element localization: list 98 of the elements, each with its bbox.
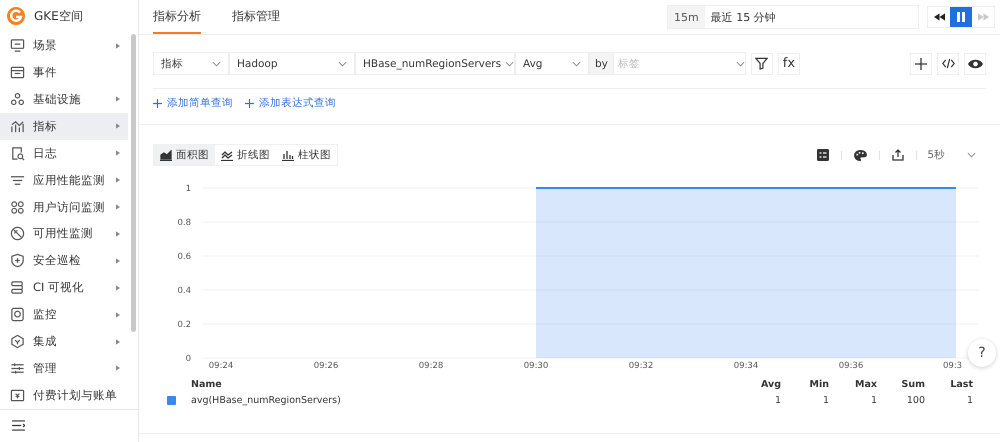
fast-forward-icon: [978, 13, 988, 21]
chevron-down-icon: [572, 60, 581, 66]
y-axis-label: 0.8: [177, 218, 191, 228]
chart-type-tab[interactable]: 面积图: [154, 145, 215, 165]
dropdown[interactable]: Avg: [515, 52, 589, 75]
brand-name: GKE空间: [34, 8, 83, 25]
hexagon-icon: [10, 334, 25, 349]
plus-icon: [153, 98, 162, 108]
sidebar-item[interactable]: 基础设施: [0, 86, 128, 113]
pause-icon: [957, 12, 965, 22]
chevron-down-icon: [212, 60, 221, 66]
sidebar-item[interactable]: 安全巡检: [0, 247, 128, 274]
palette-icon: [854, 150, 868, 160]
code-icon: [942, 58, 954, 69]
sidebar-item[interactable]: 应用性能监测: [0, 166, 128, 194]
table-icon: [817, 149, 830, 161]
sidebar-item[interactable]: 场景: [0, 32, 128, 60]
filter-button[interactable]: [750, 52, 773, 74]
chevron-down-icon: [338, 60, 347, 66]
function-button[interactable]: fx: [778, 52, 800, 74]
time-range-value: 最近 15 分钟: [710, 10, 777, 26]
calendar-icon: [10, 65, 25, 80]
dropdown[interactable]: HBase_numRegionServers: [355, 52, 515, 75]
x-axis-label: 09:30: [524, 361, 548, 371]
column-header: Sum: [877, 377, 925, 392]
filter-icon: [755, 57, 768, 70]
chevron-down-icon: [967, 152, 976, 158]
x-axis-label: 09:24: [208, 361, 234, 371]
sliders-icon: [10, 360, 25, 376]
time-range-picker[interactable]: 15m 最近 15 分钟: [667, 5, 919, 29]
receipt-icon: [10, 388, 25, 403]
bar-chart-icon: [282, 150, 294, 160]
column-header: Avg: [760, 378, 781, 392]
chevron-down-icon: [505, 60, 514, 66]
sidebar-item[interactable]: 日志: [0, 140, 128, 167]
y-axis-label: 0: [186, 354, 191, 364]
log-icon: [10, 146, 25, 161]
sidebar-item[interactable]: 监控: [0, 301, 128, 328]
table-cell-text: 1: [774, 394, 781, 408]
area-chart-icon: [160, 150, 172, 160]
table-cell-text: 100: [906, 394, 925, 408]
tag-field[interactable]: 标签: [612, 52, 746, 75]
nodes-icon: [10, 92, 25, 107]
shield-icon: [10, 253, 25, 268]
tab[interactable]: 指标分析: [153, 1, 201, 34]
x-axis-label: 09:28: [418, 361, 444, 371]
preview-button[interactable]: [964, 52, 986, 74]
eye-icon: [968, 58, 982, 68]
x-axis-label: 09:26: [314, 361, 338, 371]
column-header: Max: [854, 378, 877, 392]
export-icon: [892, 149, 904, 161]
chevron-down-icon: [736, 60, 745, 66]
help-button[interactable]: ?: [968, 339, 996, 367]
series-name: avg(HBase_numRegionServers): [191, 394, 342, 408]
chart-icon: [10, 118, 25, 134]
column-header: Name: [191, 378, 223, 392]
sidebar-item[interactable]: 管理: [0, 354, 128, 382]
dropdown[interactable]: 指标: [153, 52, 229, 75]
sidebar-item[interactable]: CI 可视化: [0, 274, 128, 302]
grid-icon: [10, 200, 25, 215]
y-axis-label: 0.4: [177, 286, 191, 296]
table-cell-text: 1: [870, 394, 877, 408]
y-axis-label: 1: [186, 184, 191, 194]
dropdown[interactable]: Hadoop: [229, 52, 355, 75]
pause-button[interactable]: [950, 7, 972, 27]
sidebar-item[interactable]: 集成: [0, 328, 128, 355]
gauge-icon: [10, 226, 25, 242]
add-button[interactable]: [910, 52, 932, 74]
column-header: Last: [949, 378, 973, 392]
y-axis-label: 0.2: [177, 320, 191, 330]
collapse-menu-icon[interactable]: [12, 420, 25, 432]
tab[interactable]: 指标管理: [232, 1, 280, 34]
code-button[interactable]: [937, 52, 959, 74]
plus-icon: [245, 98, 254, 108]
x-axis-label: 09:3: [943, 361, 962, 371]
y-axis-label: 0.6: [177, 252, 191, 262]
logo-icon: [6, 6, 26, 26]
x-axis-label: 09:34: [734, 361, 758, 371]
plus-icon: [915, 58, 927, 70]
table-cell-text: 1: [966, 394, 973, 408]
sidebar-item[interactable]: 用户访问监测: [0, 194, 128, 220]
by-label: by: [589, 52, 613, 75]
sidebar-item[interactable]: 事件: [0, 59, 128, 86]
sidebar-item[interactable]: 指标: [0, 112, 128, 140]
x-axis-label: 09:36: [838, 361, 864, 371]
column-header: Min: [808, 378, 829, 392]
line-chart-icon: [221, 150, 233, 160]
table-cell-text: 1: [822, 394, 829, 408]
refresh-interval-dropdown[interactable]: 5秒: [923, 148, 980, 162]
add-query-link[interactable]: 添加表达式查询: [245, 96, 336, 110]
x-axis-label: 09:32: [628, 361, 654, 371]
add-query-link[interactable]: 添加简单查询: [153, 96, 233, 110]
rewind-icon: [934, 13, 944, 21]
stack-icon: [10, 280, 25, 296]
sidebar-item[interactable]: 可用性监测: [0, 220, 128, 248]
time-range-short: 15m: [668, 6, 705, 28]
screen-icon: [10, 38, 25, 54]
sidebar-item[interactable]: 付费计划与账单: [0, 382, 128, 409]
